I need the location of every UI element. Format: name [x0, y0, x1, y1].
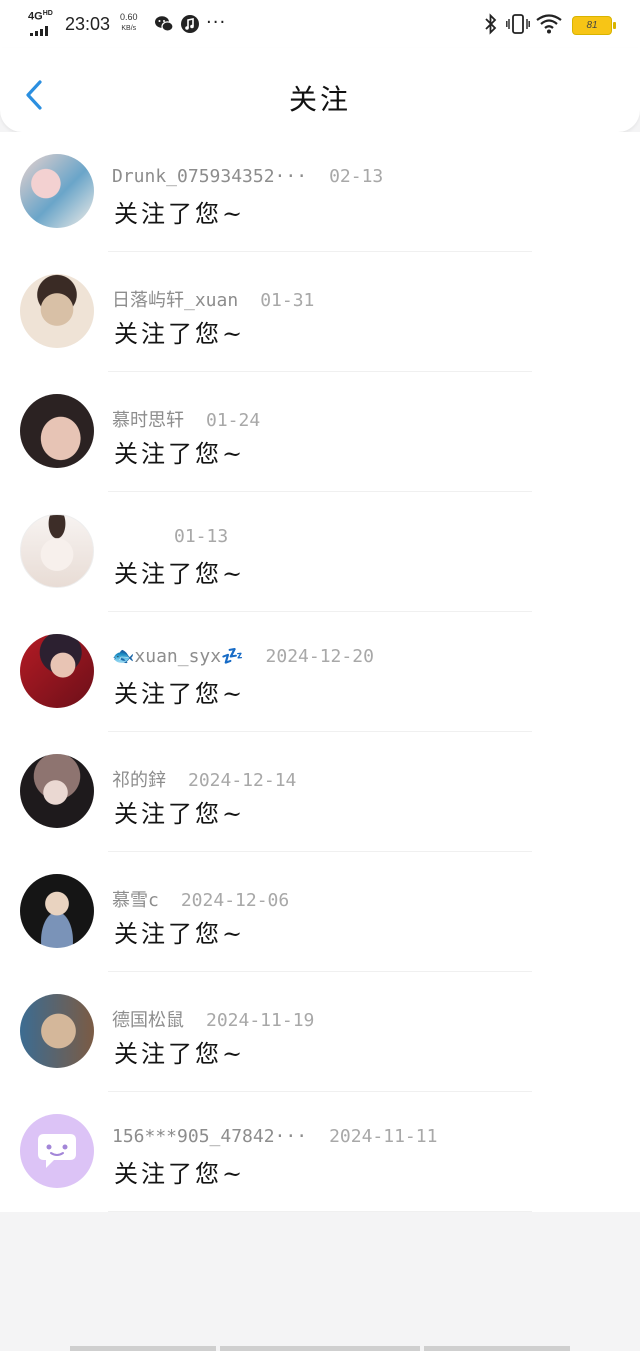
avatar[interactable] [20, 754, 94, 828]
notification-text: 关注了您~ [114, 680, 246, 708]
network-speed: 0.60 KB/s [120, 11, 138, 35]
username[interactable]: 祁的鋅 [112, 770, 166, 791]
notification-text: 关注了您~ [114, 1160, 246, 1188]
notification-text: 关注了您~ [114, 1040, 246, 1068]
avatar[interactable] [20, 394, 94, 468]
notification-text: 关注了您~ [114, 200, 246, 228]
notification-list: Drunk_075934352··· 02-13 关注了您~ 日落屿轩_xuan 0… [0, 132, 640, 1212]
meta-row: 慕时思轩 01-24 [112, 406, 261, 431]
username[interactable]: Drunk_075934352··· [112, 166, 307, 187]
list-item[interactable]: 慕时思轩 01-24 关注了您~ [0, 372, 640, 492]
list-item[interactable]: 156***905_47842··· 2024-11-11 关注了您~ [0, 1092, 640, 1212]
date: 2024-11-11 [329, 1126, 438, 1147]
network-type: 4G [28, 10, 43, 23]
network-speed-value: 0.60 [120, 12, 138, 22]
notification-text: 关注了您~ [114, 800, 246, 828]
username[interactable]: 慕雪c [112, 890, 159, 911]
notification-text: 关注了您~ [114, 560, 246, 588]
meta-row: 156***905_47842··· 2024-11-11 [112, 1126, 437, 1150]
battery-indicator: 81 [572, 16, 616, 35]
meta-row: 慕雪c 2024-12-06 [112, 886, 290, 911]
avatar[interactable] [20, 634, 94, 708]
status-bar: 4GHD 23:03 0.60 KB/s ··· 81 [0, 0, 640, 48]
more-notifications-icon: ··· [206, 12, 227, 33]
date: 01-24 [206, 410, 261, 431]
meta-row: Drunk_075934352··· 02-13 [112, 166, 383, 190]
meta-row: 日落屿轩_xuan 01-31 [112, 286, 315, 311]
bluetooth-icon [485, 13, 497, 35]
date: 01-13 [174, 526, 229, 547]
username[interactable]: 德国松鼠 [112, 1010, 184, 1031]
network-speed-unit: KB/s [121, 25, 137, 32]
meta-row: 祁的鋅 2024-12-14 [112, 766, 297, 791]
avatar[interactable] [20, 154, 94, 228]
avatar[interactable] [20, 994, 94, 1068]
date: 2024-12-20 [265, 646, 374, 667]
date: 2024-12-06 [180, 890, 290, 911]
meta-row: 🐟xuan_syx💤 2024-12-20 [112, 646, 374, 670]
notification-text: 关注了您~ [114, 440, 246, 468]
meta-row: 德国松鼠 2024-11-19 [112, 1006, 315, 1031]
header: 关注 [0, 48, 640, 132]
list-item[interactable]: Drunk_075934352··· 02-13 关注了您~ [0, 132, 640, 252]
meta-row: 01-13 [112, 526, 228, 550]
username[interactable]: 慕时思轩 [112, 410, 184, 431]
username[interactable]: 156***905_47842··· [112, 1126, 307, 1147]
network-sub: HD [42, 10, 53, 17]
avatar[interactable] [20, 874, 94, 948]
list-item[interactable]: 祁的鋅 2024-12-14 关注了您~ [0, 732, 640, 852]
status-bar-right: 81 [472, 12, 616, 38]
notification-text: 关注了您~ [114, 920, 246, 948]
date: 2024-11-19 [206, 1010, 315, 1031]
notification-text: 关注了您~ [114, 320, 246, 348]
username[interactable]: 🐟xuan_syx💤 [112, 646, 244, 667]
signal-icon [30, 26, 52, 36]
list-item[interactable]: 慕雪c 2024-12-06 关注了您~ [0, 852, 640, 972]
network-indicator: 4GHD [28, 10, 53, 23]
chat-bubble-icon [38, 1134, 76, 1168]
date: 2024-12-14 [188, 770, 297, 791]
vibrate-icon [506, 14, 530, 34]
avatar[interactable] [20, 274, 94, 348]
wechat-icon [155, 16, 174, 32]
page-title: 关注 [288, 83, 351, 116]
list-item[interactable]: 01-13 关注了您~ [0, 492, 640, 612]
screen: 4GHD 23:03 0.60 KB/s ··· 81 关注 Drunk_075… [0, 0, 640, 1351]
music-icon [181, 15, 199, 33]
divider [108, 1211, 532, 1212]
avatar[interactable] [20, 1114, 94, 1188]
list-item[interactable]: 德国松鼠 2024-11-19 关注了您~ [0, 972, 640, 1092]
home-indicator [70, 1346, 570, 1351]
date: 01-31 [260, 290, 315, 311]
list-item[interactable]: 🐟xuan_syx💤 2024-12-20 关注了您~ [0, 612, 640, 732]
avatar[interactable] [20, 514, 94, 588]
wifi-icon [536, 14, 562, 34]
clock: 23:03 [65, 14, 111, 34]
list-item[interactable]: 日落屿轩_xuan 01-31 关注了您~ [0, 252, 640, 372]
date: 02-13 [329, 166, 384, 187]
username[interactable]: 日落屿轩_xuan [112, 290, 238, 311]
